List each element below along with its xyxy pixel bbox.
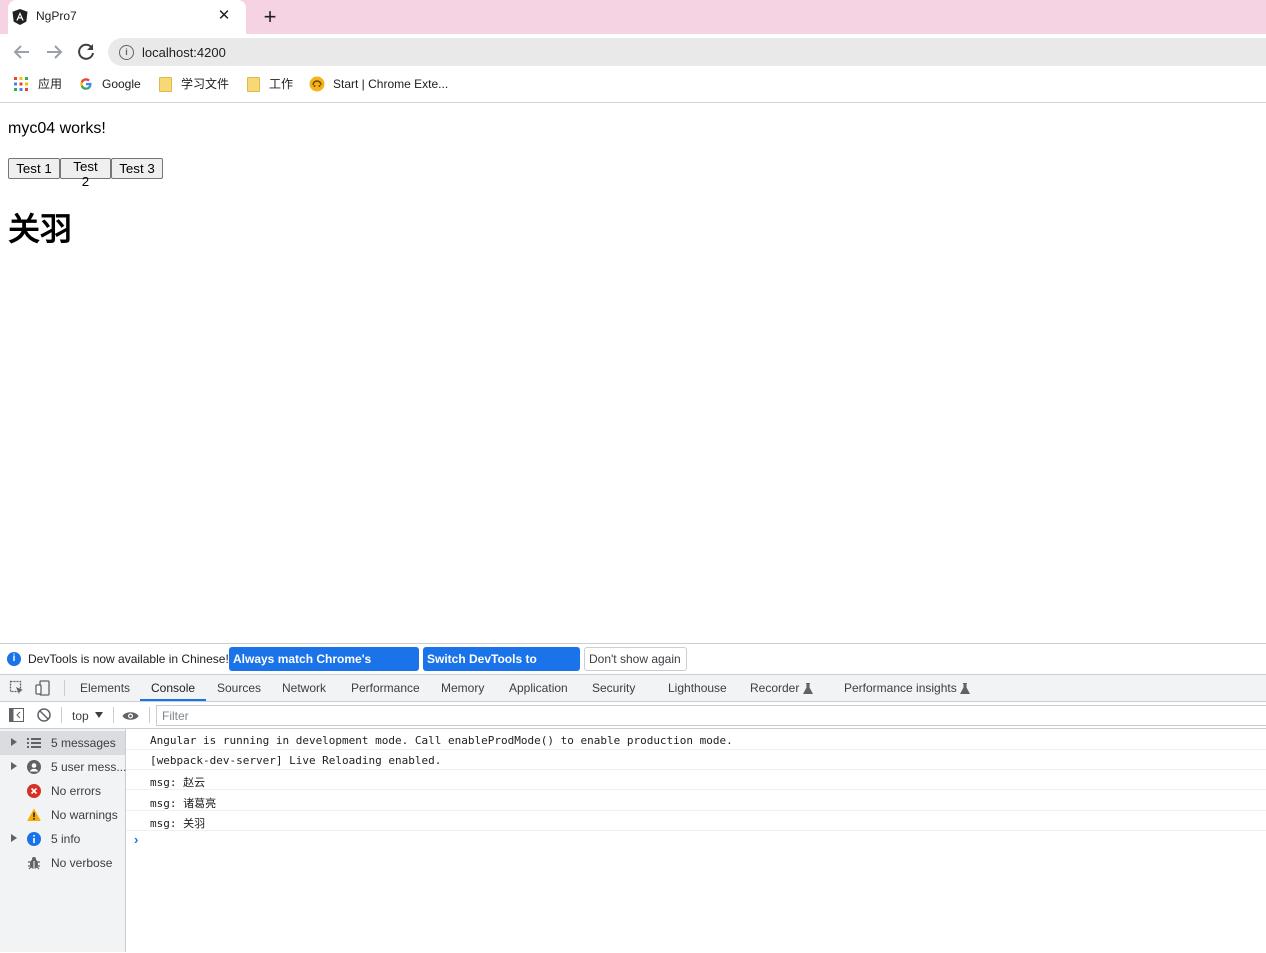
tab-console[interactable]: Console: [140, 675, 206, 701]
folder-icon: [159, 77, 172, 92]
sidebar-item-messages[interactable]: 5 messages: [0, 731, 125, 755]
dont-show-again-button[interactable]: Don't show again: [584, 647, 687, 671]
divider: [64, 680, 65, 696]
divider: [149, 707, 150, 723]
url-text[interactable]: localhost:4200: [142, 45, 226, 60]
sidebar-item-warnings[interactable]: No warnings: [0, 803, 125, 827]
live-expression-eye-icon[interactable]: [122, 709, 139, 721]
reload-icon[interactable]: [74, 40, 98, 64]
test-3-button[interactable]: Test 3: [111, 158, 163, 179]
bookmark-apps[interactable]: 应用: [38, 76, 62, 92]
back-arrow-icon[interactable]: [10, 40, 34, 64]
dropdown-arrow-icon: [95, 712, 103, 718]
tab-performance-insights[interactable]: Performance insights: [844, 675, 957, 701]
console-log-row: Angular is running in development mode. …: [126, 730, 1266, 750]
divider: [113, 707, 114, 723]
error-icon: [27, 784, 41, 798]
context-selector[interactable]: top: [72, 709, 89, 723]
sidebar-item-user-messages[interactable]: 5 user mess...: [0, 755, 126, 779]
tab-performance[interactable]: Performance: [351, 675, 420, 701]
test-2-button[interactable]: Test 2: [60, 158, 111, 189]
bookmark-chrome-extension[interactable]: Start | Chrome Exte...: [333, 76, 448, 92]
user-icon: [27, 760, 41, 774]
console-log-row: msg: 诸葛亮: [126, 791, 1266, 811]
forward-arrow-icon[interactable]: [42, 40, 66, 64]
page-heading: 关羽: [8, 210, 73, 248]
sidebar-toggle-icon[interactable]: [9, 708, 24, 722]
address-bar[interactable]: [108, 38, 1266, 66]
test-1-button[interactable]: Test 1: [8, 158, 60, 179]
match-language-button[interactable]: Always match Chrome's language: [229, 647, 419, 690]
google-logo-icon: [79, 77, 93, 91]
component-text: myc04 works!: [8, 120, 106, 137]
tab-network[interactable]: Network: [282, 675, 326, 701]
extension-face-icon: [309, 76, 325, 92]
experiment-flask-icon: [960, 682, 970, 694]
tab-close-icon[interactable]: ✕: [214, 6, 234, 26]
tab-lighthouse[interactable]: Lighthouse: [668, 675, 727, 701]
console-log-row: msg: 关羽: [126, 811, 1266, 831]
apps-grid-icon: [14, 77, 28, 91]
infobar-text: DevTools is now available in Chinese!: [28, 652, 229, 666]
folder-icon: [247, 77, 260, 92]
clear-console-icon[interactable]: [37, 708, 51, 722]
new-tab-button[interactable]: +: [258, 6, 282, 28]
sidebar-item-errors[interactable]: No errors: [0, 779, 125, 803]
angular-favicon-icon: [12, 9, 28, 25]
info-icon: i: [7, 652, 21, 666]
console-prompt[interactable]: ›: [134, 832, 138, 847]
inspect-element-icon[interactable]: [9, 680, 25, 696]
tab-security[interactable]: Security: [592, 675, 635, 701]
filter-input[interactable]: [156, 705, 1266, 726]
sidebar-item-info[interactable]: 5 info: [0, 827, 125, 851]
console-log-row: [webpack-dev-server] Live Reloading enab…: [126, 750, 1266, 770]
list-icon: [27, 736, 41, 750]
console-log-row: msg: 赵云: [126, 770, 1266, 790]
bookmark-folder-work[interactable]: 工作: [269, 76, 293, 92]
site-info-icon[interactable]: i: [119, 45, 134, 60]
sidebar-item-verbose[interactable]: No verbose: [0, 851, 125, 875]
switch-to-chinese-button[interactable]: Switch DevTools to Chinese: [423, 647, 580, 690]
bug-icon: [27, 856, 41, 870]
divider: [61, 707, 62, 723]
info-circle-icon: [27, 832, 41, 846]
tab-sources[interactable]: Sources: [217, 675, 261, 701]
tab-application[interactable]: Application: [509, 675, 568, 701]
tab-memory[interactable]: Memory: [441, 675, 484, 701]
bookmark-google[interactable]: Google: [102, 76, 141, 92]
tab-elements[interactable]: Elements: [80, 675, 130, 701]
bookmark-folder-study[interactable]: 学习文件: [181, 76, 229, 92]
filter-placeholder: Filter: [162, 709, 189, 723]
device-toolbar-icon[interactable]: [35, 680, 51, 696]
experiment-flask-icon: [803, 682, 813, 694]
warning-icon: [27, 808, 41, 822]
tab-recorder[interactable]: Recorder: [750, 675, 799, 701]
tab-title: NgPro7: [36, 9, 77, 23]
